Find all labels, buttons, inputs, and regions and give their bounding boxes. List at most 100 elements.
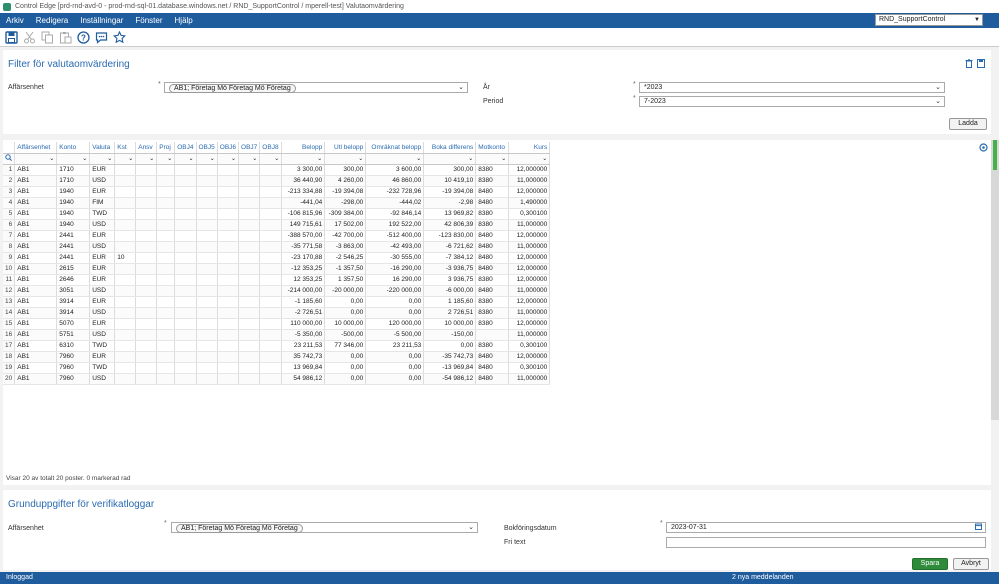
- filter-affarsenhet-select[interactable]: AB1; Företag Mö Företag Mö Företag ⌄: [164, 82, 468, 93]
- table-cell: 12,000000: [508, 318, 551, 330]
- column-filter[interactable]: ⌄: [156, 153, 176, 165]
- column-header[interactable]: Valuta: [89, 142, 116, 154]
- table-row[interactable]: 20 AB1 7960 USD 54 986,12 0,00 0,00 -54 986,12 8…: [3, 373, 551, 385]
- table-row[interactable]: 15 AB1 5070 EUR 110 000,00 10 000,00 120 000,0…: [3, 318, 551, 330]
- column-header[interactable]: Affärsenhet: [14, 142, 58, 154]
- fritext-input[interactable]: [666, 537, 986, 548]
- chevron-down-icon: ⌄: [82, 156, 88, 162]
- table-row[interactable]: 17 AB1 6310 TWD 23 211,53 77 346,00 23 211,53 0…: [3, 340, 551, 352]
- table-row[interactable]: 4 AB1 1940 FIM -441,04 -298,00 -444,02 -2,98 848…: [3, 197, 551, 209]
- table-row[interactable]: 13 AB1 3914 EUR -1 185,60 0,00 0,00 1 185,60 838…: [3, 296, 551, 308]
- column-filter[interactable]: ⌄: [324, 153, 367, 165]
- column-header[interactable]: OBJ7: [238, 142, 261, 154]
- date-value: 2023-07-31: [671, 524, 707, 531]
- column-header[interactable]: Ansv: [135, 142, 158, 154]
- table-cell: [217, 362, 240, 374]
- column-header[interactable]: Omräknat belopp: [365, 142, 425, 154]
- table-row[interactable]: 8 AB1 2441 USD -35 771,58 -3 863,00 -42 493,00…: [3, 241, 551, 253]
- table-cell: [217, 241, 240, 253]
- grid-filter-row: ⌄ ⌄ ⌄ ⌄ ⌄ ⌄ ⌄ ⌄ ⌄ ⌄ ⌄ ⌄ ⌄ ⌄ ⌄ ⌄ ⌄: [3, 153, 551, 165]
- column-filter[interactable]: ⌄: [238, 153, 261, 165]
- table-row[interactable]: 5 AB1 1940 TWD -106 815,96 -309 384,00 -92 846…: [3, 208, 551, 220]
- filter-ar-select[interactable]: *2023 ⌄: [639, 82, 945, 93]
- cut-icon[interactable]: [21, 29, 37, 45]
- column-filter[interactable]: ⌄: [281, 153, 326, 165]
- table-row[interactable]: 10 AB1 2615 EUR -12 353,25 -1 357,50 -16 290,0…: [3, 263, 551, 275]
- table-cell: [135, 263, 158, 275]
- column-filter[interactable]: ⌄: [89, 153, 116, 165]
- column-filter[interactable]: ⌄: [174, 153, 197, 165]
- table-cell: AB1: [14, 219, 58, 231]
- column-header[interactable]: Boka differens: [423, 142, 477, 154]
- column-header[interactable]: Kurs: [508, 142, 551, 154]
- column-filter[interactable]: ⌄: [196, 153, 218, 165]
- help-icon[interactable]: ?: [75, 29, 91, 45]
- save-button[interactable]: Spara: [912, 558, 948, 570]
- menu-installningar[interactable]: Inställningar: [74, 13, 129, 28]
- menu-fonster[interactable]: Fönster: [129, 13, 168, 28]
- paste-icon[interactable]: [57, 29, 73, 45]
- menu-redigera[interactable]: Redigera: [30, 13, 74, 28]
- column-filter[interactable]: ⌄: [135, 153, 158, 165]
- star-icon[interactable]: [111, 29, 127, 45]
- settings-icon[interactable]: [979, 143, 988, 154]
- table-cell: [174, 164, 197, 176]
- table-row[interactable]: 3 AB1 1940 EUR -213 334,88 -19 394,08 -232 728…: [3, 186, 551, 198]
- column-header[interactable]: Proj: [156, 142, 176, 154]
- filter-period-select[interactable]: 7-2023 ⌄: [639, 96, 945, 107]
- column-filter[interactable]: ⌄: [14, 153, 58, 165]
- menu-hjalp[interactable]: Hjälp: [169, 13, 199, 28]
- basis-affarsenhet-select[interactable]: AB1; Företag Mö Företag Mö Företag ⌄: [171, 522, 478, 533]
- column-header[interactable]: Kst: [114, 142, 137, 154]
- company-select[interactable]: RND_SupportControl ▼: [875, 14, 983, 26]
- table-row[interactable]: 19 AB1 7960 TWD 13 969,84 0,00 0,00 -13 969,84 8…: [3, 362, 551, 374]
- table-cell: -123 830,00: [423, 230, 477, 242]
- column-header[interactable]: OBJ6: [217, 142, 240, 154]
- column-header[interactable]: Belopp: [281, 142, 326, 154]
- table-row[interactable]: 9 AB1 2441 EUR 10 -23 170,88 -2 546,25 -30 555,…: [3, 252, 551, 264]
- table-cell: -5 350,00: [281, 329, 326, 341]
- column-filter[interactable]: ⌄: [56, 153, 91, 165]
- table-row[interactable]: 11 AB1 2646 EUR 12 353,25 1 357,50 16 290,00 3 …: [3, 274, 551, 286]
- scrollbar-thumb[interactable]: [993, 140, 997, 170]
- load-button[interactable]: Ladda: [949, 118, 987, 130]
- column-filter[interactable]: ⌄: [508, 153, 551, 165]
- messages-link[interactable]: 2 nya meddelanden: [732, 572, 794, 584]
- table-cell: [114, 263, 137, 275]
- column-filter[interactable]: ⌄: [365, 153, 425, 165]
- column-header[interactable]: OBJ5: [196, 142, 218, 154]
- column-filter[interactable]: ⌄: [475, 153, 510, 165]
- column-filter[interactable]: ⌄: [423, 153, 477, 165]
- save-icon[interactable]: [3, 29, 19, 45]
- right-scrollbar[interactable]: [991, 140, 999, 420]
- save-filter-icon[interactable]: [977, 59, 985, 70]
- menu-arkiv[interactable]: Arkiv: [0, 13, 30, 28]
- table-cell: AB1: [14, 197, 58, 209]
- table-row[interactable]: 2 AB1 1710 USD 36 440,90 4 260,00 46 860,00 10 …: [3, 175, 551, 187]
- chat-icon[interactable]: [93, 29, 109, 45]
- column-header[interactable]: OBJ4: [174, 142, 197, 154]
- window-titlebar: Control Edge [prd-rnd-avd-0 - prod-rnd-s…: [0, 0, 999, 13]
- trash-icon[interactable]: [965, 59, 973, 70]
- cancel-button[interactable]: Avbryt: [953, 558, 989, 570]
- table-row[interactable]: 6 AB1 1940 USD 149 715,61 17 502,00 192 522,00…: [3, 219, 551, 231]
- calendar-icon[interactable]: [975, 523, 982, 533]
- column-header[interactable]: OBJ8: [259, 142, 283, 154]
- table-row[interactable]: 14 AB1 3914 USD -2 726,51 0,00 0,00 2 726,51 838…: [3, 307, 551, 319]
- column-filter[interactable]: ⌄: [217, 153, 240, 165]
- table-row[interactable]: 7 AB1 2441 EUR -388 570,00 -42 700,00 -512 400…: [3, 230, 551, 242]
- table-row[interactable]: 1 AB1 1710 EUR 3 300,00 300,00 3 600,00 300,00 8…: [3, 164, 551, 176]
- table-row[interactable]: 12 AB1 3051 USD -214 000,00 -20 000,00 -220 00…: [3, 285, 551, 297]
- search-icon[interactable]: [3, 153, 16, 165]
- table-row[interactable]: 18 AB1 7960 EUR 35 742,73 0,00 0,00 -35 742,73 8…: [3, 351, 551, 363]
- column-filter[interactable]: ⌄: [114, 153, 137, 165]
- column-header[interactable]: Konto: [56, 142, 91, 154]
- table-row[interactable]: 16 AB1 5751 USD -5 350,00 -500,00 -5 500,00 -15…: [3, 329, 551, 341]
- copy-icon[interactable]: [39, 29, 55, 45]
- date-field[interactable]: 2023-07-31: [666, 522, 986, 533]
- column-header[interactable]: Utl belopp: [324, 142, 367, 154]
- column-header[interactable]: Motkonto: [475, 142, 510, 154]
- column-filter[interactable]: ⌄: [259, 153, 283, 165]
- table-cell: [156, 285, 176, 297]
- row-number: 18: [3, 351, 16, 363]
